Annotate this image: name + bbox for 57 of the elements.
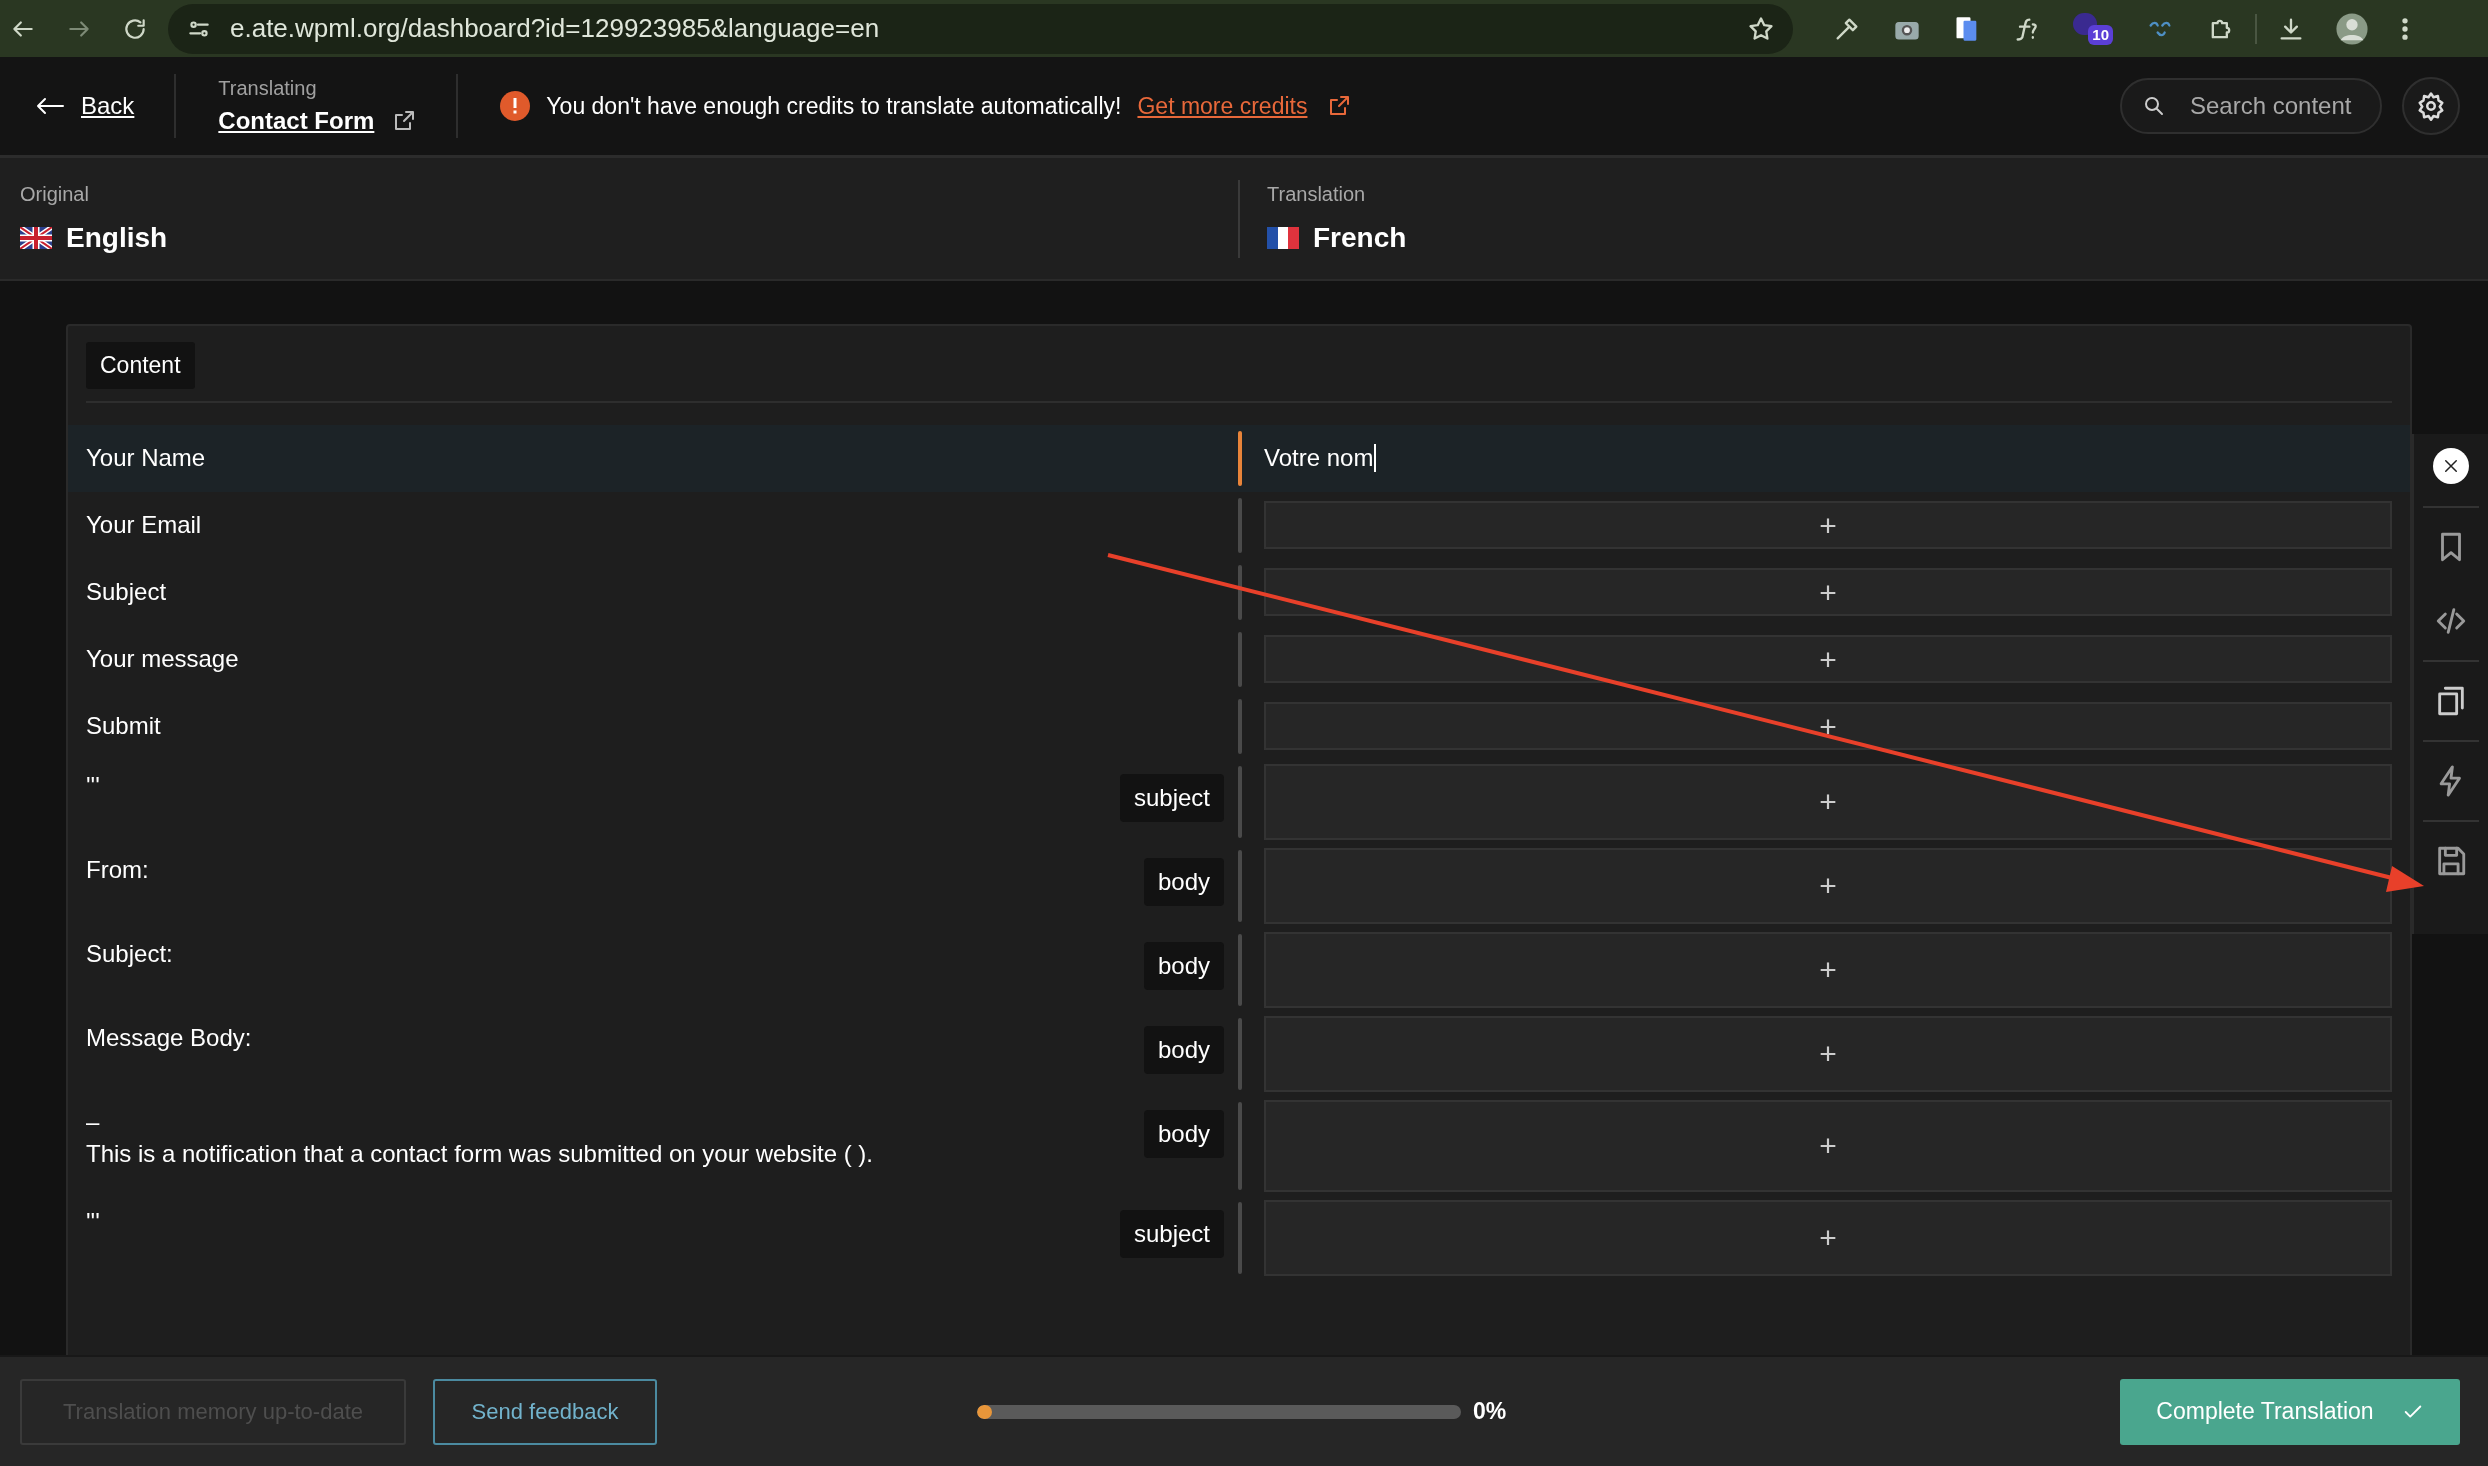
language-name: English <box>66 220 168 255</box>
search-field[interactable]: Search content <box>2120 78 2382 134</box>
tag-label: subject <box>1119 1209 1224 1258</box>
add-translation-button[interactable]: + <box>1264 568 2392 616</box>
source-text: Your message <box>86 644 239 674</box>
source-text: – <box>86 1106 101 1137</box>
tag-label: body <box>1143 941 1224 990</box>
source-text: Your Email <box>86 510 202 540</box>
tag-label: body <box>1143 1109 1224 1158</box>
source-text: Message Body: <box>86 1022 252 1053</box>
warning-text: You don't have enough credits to translate automatically! <box>546 91 1122 121</box>
add-translation-button[interactable]: + <box>1264 1199 2392 1276</box>
add-translation-button[interactable]: + <box>1264 702 2392 750</box>
get-credits-link[interactable]: Get more credits <box>1137 88 1308 124</box>
language-label: Original <box>20 181 90 207</box>
source-text: Submit <box>86 711 161 741</box>
add-translation-button[interactable]: + <box>1264 635 2392 683</box>
add-translation-button[interactable]: + <box>1264 1099 2392 1192</box>
avatar-icon[interactable] <box>2335 11 2369 46</box>
source-text: This is a notification that a contact form was submitted on your website ( ). <box>86 1138 873 1169</box>
tag-label: body <box>1143 857 1224 906</box>
external-link-icon[interactable] <box>392 109 417 133</box>
language-name: French <box>1313 220 1407 255</box>
close-button[interactable] <box>2433 448 2469 484</box>
source-text: ''' <box>86 770 100 801</box>
source-text: Subject <box>86 577 167 607</box>
uk-flag-icon <box>20 226 52 249</box>
add-translation-button[interactable]: + <box>1264 501 2392 549</box>
warning-icon <box>500 91 531 121</box>
badge: 10 <box>2088 24 2113 45</box>
address-bar[interactable]: e.ate.wpml.org/dashboard?id=129923985&language=en <box>168 3 1793 54</box>
tag-label: body <box>1143 1025 1224 1074</box>
back-link[interactable]: Back <box>0 88 175 124</box>
search-icon <box>2142 94 2166 118</box>
feedback-button[interactable]: Send feedback <box>433 1378 657 1445</box>
french-flag-icon <box>1267 226 1299 249</box>
translation-field[interactable]: Votre nom <box>1264 434 1377 482</box>
tag-label: subject <box>1119 773 1224 822</box>
section-tab[interactable]: Content <box>86 342 195 389</box>
add-translation-button[interactable]: + <box>1264 1015 2392 1092</box>
add-translation-button[interactable]: + <box>1264 763 2392 840</box>
external-link-icon[interactable] <box>1327 94 1352 118</box>
url-text: e.ate.wpml.org/dashboard?id=129923985&language=en <box>230 12 881 45</box>
add-translation-button[interactable]: + <box>1264 847 2392 924</box>
source-text: ''' <box>86 1206 100 1237</box>
add-translation-button[interactable]: + <box>1264 931 2392 1008</box>
star-icon[interactable] <box>1747 14 1775 43</box>
language-label: Translation <box>1267 181 1367 207</box>
source-text: From: <box>86 854 149 885</box>
selected-row[interactable]: Your Name Votre nom <box>68 424 2410 492</box>
progress-reading: 0% <box>1473 1397 1507 1427</box>
source-text: Your Name <box>86 443 206 473</box>
close-icon <box>2442 457 2460 475</box>
source-text: Subject: <box>86 938 173 969</box>
settings-icon <box>2416 91 2446 121</box>
document-title-link[interactable]: Contact Form <box>218 103 375 139</box>
translating-label: Translating <box>218 76 318 101</box>
